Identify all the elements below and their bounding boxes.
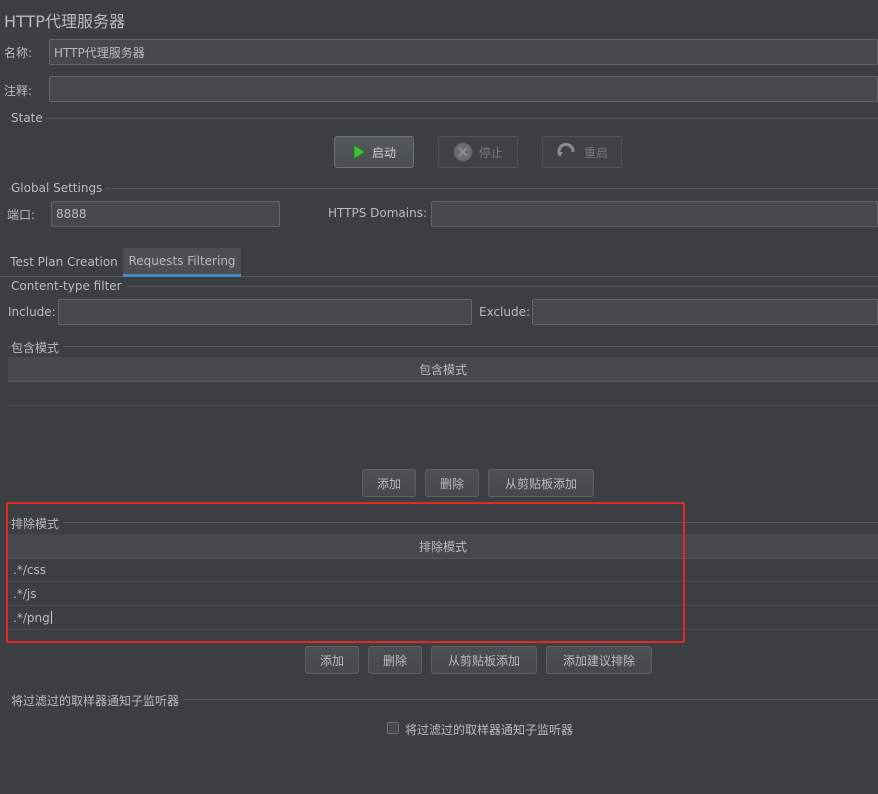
window-title: HTTP代理服务器 xyxy=(4,12,125,31)
start-button-label: 启动 xyxy=(371,145,396,160)
include-patterns-title: 包含模式 xyxy=(11,339,64,356)
name-input[interactable]: HTTP代理服务器 xyxy=(49,39,878,65)
notify-section: 将过滤过的取样器通知子监听器 xyxy=(0,692,878,709)
include-patterns-empty-row xyxy=(8,381,878,406)
add-suggested-excludes-button[interactable]: 添加建议排除 xyxy=(546,646,652,674)
include-patterns-section: 包含模式 xyxy=(0,339,878,356)
content-type-filter-title: Content-type filter xyxy=(11,279,126,293)
stop-button-label: 停止 xyxy=(478,145,503,160)
state-section: State xyxy=(0,111,878,125)
highlight-box xyxy=(6,502,685,643)
notify-checkbox-label[interactable]: 将过滤过的取样器通知子监听器 xyxy=(405,721,573,738)
exclude-delete-button[interactable]: 删除 xyxy=(368,646,422,674)
include-patterns-column-header[interactable]: 包含模式 xyxy=(8,357,878,382)
global-settings-title: Global Settings xyxy=(11,181,107,195)
restart-button-label: 重启 xyxy=(583,145,608,160)
notify-checkbox[interactable] xyxy=(387,722,399,734)
restart-button[interactable]: 重启 xyxy=(542,136,622,168)
include-add-button[interactable]: 添加 xyxy=(362,469,416,497)
content-type-filter-section: Content-type filter xyxy=(0,279,878,293)
port-label: 端口: xyxy=(7,208,36,222)
tab-test-plan-creation[interactable]: Test Plan Creation xyxy=(6,248,122,276)
https-domains-label: HTTPS Domains: xyxy=(328,206,427,220)
include-input[interactable] xyxy=(58,299,472,325)
restart-icon xyxy=(556,143,575,157)
include-delete-button[interactable]: 删除 xyxy=(425,469,479,497)
exclude-input[interactable] xyxy=(532,299,878,325)
start-button[interactable]: 启动 xyxy=(334,136,414,168)
tab-requests-filtering[interactable]: Requests Filtering xyxy=(123,248,241,277)
global-settings-section: Global Settings xyxy=(0,181,878,195)
port-input[interactable]: 8888 xyxy=(51,201,280,227)
https-domains-input[interactable] xyxy=(431,201,878,227)
comment-label: 注释: xyxy=(4,84,33,98)
exclude-add-button[interactable]: 添加 xyxy=(305,646,359,674)
include-label: Include: xyxy=(8,305,56,319)
name-label: 名称: xyxy=(4,46,33,60)
state-section-title: State xyxy=(11,111,47,125)
comment-input[interactable] xyxy=(49,76,878,102)
stop-icon xyxy=(453,142,473,162)
exclude-add-from-clipboard-button[interactable]: 从剪贴板添加 xyxy=(431,646,537,674)
notify-section-title: 将过滤过的取样器通知子监听器 xyxy=(11,692,184,709)
stop-button[interactable]: 停止 xyxy=(438,136,518,168)
exclude-label: Exclude: xyxy=(479,305,531,319)
include-add-from-clipboard-button[interactable]: 从剪贴板添加 xyxy=(488,469,594,497)
play-icon xyxy=(353,144,366,160)
